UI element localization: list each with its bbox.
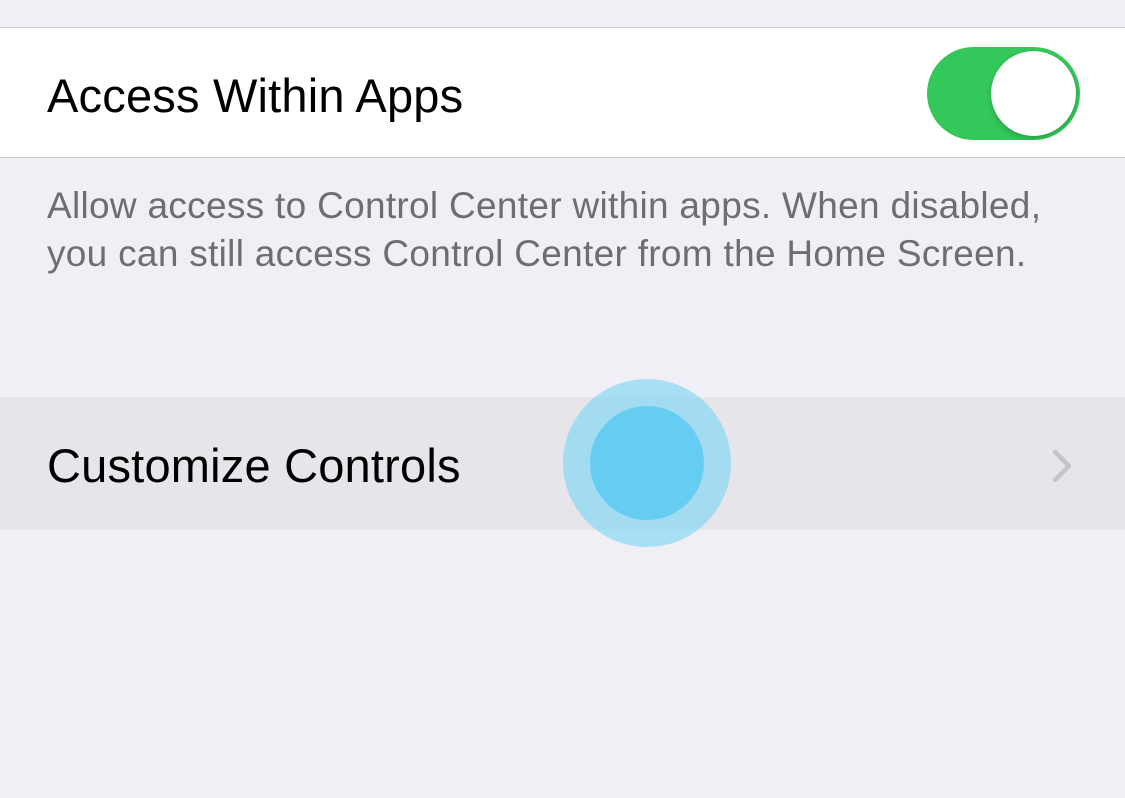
access-within-apps-toggle[interactable] (927, 47, 1080, 140)
chevron-right-icon (1052, 449, 1072, 483)
customize-controls-label: Customize Controls (47, 439, 461, 492)
touch-indicator-core (590, 406, 704, 520)
section-spacer (0, 0, 1125, 27)
toggle-knob (991, 51, 1076, 136)
access-within-apps-row: Access Within Apps (0, 27, 1125, 158)
access-within-apps-footer: Allow access to Control Center within ap… (47, 185, 1042, 274)
access-within-apps-label: Access Within Apps (47, 69, 464, 122)
